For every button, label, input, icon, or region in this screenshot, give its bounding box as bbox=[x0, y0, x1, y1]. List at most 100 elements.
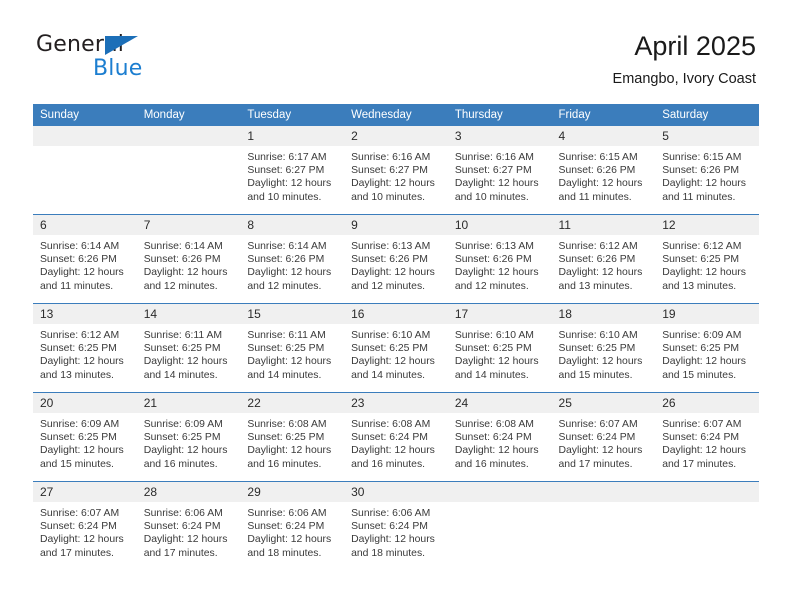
sunrise-text: Sunrise: 6:12 AM bbox=[558, 241, 638, 252]
daylight-text-line2: and 14 minutes. bbox=[454, 369, 529, 381]
daylight-text-line1: Daylight: 12 hours bbox=[247, 534, 332, 546]
weekday-header-monday: Monday bbox=[136, 104, 241, 126]
daylight-text-line1: Daylight: 12 hours bbox=[662, 178, 746, 190]
day-details bbox=[655, 502, 759, 570]
calendar-body: 1 Sunrise: 6:17 AM Sunset: 6:27 PM Daylight… bbox=[33, 126, 759, 570]
daylight-text-line2: and 18 minutes. bbox=[351, 547, 426, 559]
calendar-cell-empty bbox=[447, 481, 552, 570]
calendar-day-cell[interactable]: 7 Sunrise: 6:14 AM Sunset: 6:26 PM Daylight… bbox=[136, 214, 241, 304]
daylight-text-line1: Daylight: 12 hours bbox=[558, 267, 643, 279]
day-details: Sunrise: 6:06 AM Sunset: 6:24 PM Daylight:… bbox=[344, 502, 448, 570]
calendar-day-cell[interactable]: 15 Sunrise: 6:11 AM Sunset: 6:25 PM Dayligh… bbox=[240, 303, 345, 393]
general-blue-logo[interactable]: General Blue bbox=[36, 32, 236, 90]
daylight-text-line2: and 11 minutes. bbox=[662, 191, 736, 203]
daylight-text-line2: and 18 minutes. bbox=[247, 547, 322, 559]
calendar-week-row: 20 Sunrise: 6:09 AM Sunset: 6:25 PM Dayligh… bbox=[33, 392, 759, 482]
calendar-day-cell[interactable]: 5 Sunrise: 6:15 AM Sunset: 6:26 PM Daylight… bbox=[655, 126, 759, 215]
daylight-text-line2: and 16 minutes. bbox=[454, 458, 529, 470]
day-number: 2 bbox=[344, 126, 448, 146]
day-details: Sunrise: 6:09 AM Sunset: 6:25 PM Daylight:… bbox=[137, 413, 241, 481]
calendar-day-cell[interactable]: 6 Sunrise: 6:14 AM Sunset: 6:26 PM Daylight… bbox=[33, 214, 137, 304]
sunrise-text: Sunrise: 6:12 AM bbox=[40, 330, 120, 341]
calendar-day-cell[interactable]: 30 Sunrise: 6:06 AM Sunset: 6:24 PM Dayligh… bbox=[344, 481, 448, 570]
day-number: 1 bbox=[240, 126, 345, 146]
title-block: April 2025 Emangbo, Ivory Coast bbox=[613, 30, 756, 89]
triangle-logo-icon bbox=[105, 36, 138, 55]
calendar-day-cell[interactable]: 22 Sunrise: 6:08 AM Sunset: 6:25 PM Dayligh… bbox=[240, 392, 345, 482]
calendar-day-cell[interactable]: 8 Sunrise: 6:14 AM Sunset: 6:26 PM Daylight… bbox=[240, 214, 345, 304]
day-number: 17 bbox=[447, 304, 552, 324]
sunset-text: Sunset: 6:24 PM bbox=[247, 521, 325, 533]
sunset-text: Sunset: 6:26 PM bbox=[40, 254, 117, 266]
calendar-day-cell[interactable]: 29 Sunrise: 6:06 AM Sunset: 6:24 PM Dayligh… bbox=[240, 481, 345, 570]
daylight-text-line1: Daylight: 12 hours bbox=[143, 445, 228, 457]
day-details: Sunrise: 6:13 AM Sunset: 6:26 PM Daylight:… bbox=[344, 235, 448, 303]
calendar-day-cell[interactable]: 4 Sunrise: 6:15 AM Sunset: 6:26 PM Daylight… bbox=[551, 126, 656, 215]
day-number: 6 bbox=[33, 215, 137, 235]
calendar-table: Sunday Monday Tuesday Wednesday Thursday Frid… bbox=[33, 104, 759, 570]
sunrise-text: Sunrise: 6:08 AM bbox=[247, 419, 327, 430]
daylight-text-line2: and 17 minutes. bbox=[662, 458, 737, 470]
calendar-day-cell[interactable]: 14 Sunrise: 6:11 AM Sunset: 6:25 PM Dayligh… bbox=[136, 303, 241, 393]
sunrise-text: Sunrise: 6:14 AM bbox=[247, 241, 327, 252]
day-details: Sunrise: 6:08 AM Sunset: 6:25 PM Daylight:… bbox=[240, 413, 344, 481]
day-number: 20 bbox=[33, 393, 137, 413]
sunset-text: Sunset: 6:27 PM bbox=[351, 165, 428, 177]
day-details: Sunrise: 6:07 AM Sunset: 6:24 PM Daylight:… bbox=[655, 413, 759, 481]
sunrise-text: Sunrise: 6:09 AM bbox=[662, 330, 742, 341]
calendar-cell-empty bbox=[551, 481, 656, 570]
daylight-text-line1: Daylight: 12 hours bbox=[558, 356, 643, 368]
sunset-text: Sunset: 6:25 PM bbox=[454, 343, 532, 355]
calendar-day-cell[interactable]: 17 Sunrise: 6:10 AM Sunset: 6:25 PM Dayligh… bbox=[447, 303, 552, 393]
weekday-header-tuesday: Tuesday bbox=[240, 104, 345, 126]
calendar-day-cell[interactable]: 23 Sunrise: 6:08 AM Sunset: 6:24 PM Dayligh… bbox=[344, 392, 448, 482]
daylight-text-line2: and 17 minutes. bbox=[558, 458, 633, 470]
calendar-day-cell[interactable]: 19 Sunrise: 6:09 AM Sunset: 6:25 PM Dayligh… bbox=[655, 303, 759, 393]
day-number bbox=[33, 126, 137, 146]
calendar-day-cell[interactable]: 13 Sunrise: 6:12 AM Sunset: 6:25 PM Dayligh… bbox=[33, 303, 137, 393]
sunrise-text: Sunrise: 6:09 AM bbox=[40, 419, 120, 430]
calendar-day-cell[interactable]: 28 Sunrise: 6:06 AM Sunset: 6:24 PM Dayligh… bbox=[136, 481, 241, 570]
daylight-text-line2: and 14 minutes. bbox=[247, 369, 322, 381]
calendar-day-cell[interactable]: 12 Sunrise: 6:12 AM Sunset: 6:25 PM Dayligh… bbox=[655, 214, 759, 304]
daylight-text-line1: Daylight: 12 hours bbox=[454, 445, 539, 457]
daylight-text-line2: and 13 minutes. bbox=[40, 369, 114, 381]
calendar-week-row: 1 Sunrise: 6:17 AM Sunset: 6:27 PM Daylight… bbox=[33, 126, 759, 215]
calendar-day-cell[interactable]: 3 Sunrise: 6:16 AM Sunset: 6:27 PM Daylight… bbox=[447, 126, 552, 215]
daylight-text-line1: Daylight: 12 hours bbox=[247, 356, 332, 368]
calendar-day-cell[interactable]: 11 Sunrise: 6:12 AM Sunset: 6:26 PM Dayligh… bbox=[551, 214, 656, 304]
daylight-text-line1: Daylight: 12 hours bbox=[143, 356, 228, 368]
sunrise-text: Sunrise: 6:10 AM bbox=[351, 330, 431, 341]
calendar-day-cell[interactable]: 25 Sunrise: 6:07 AM Sunset: 6:24 PM Dayligh… bbox=[551, 392, 656, 482]
day-details: Sunrise: 6:12 AM Sunset: 6:25 PM Daylight:… bbox=[33, 324, 137, 392]
calendar-day-cell[interactable]: 18 Sunrise: 6:10 AM Sunset: 6:25 PM Dayligh… bbox=[551, 303, 656, 393]
calendar-day-cell[interactable]: 16 Sunrise: 6:10 AM Sunset: 6:25 PM Dayligh… bbox=[344, 303, 448, 393]
sunset-text: Sunset: 6:27 PM bbox=[247, 165, 325, 177]
daylight-text-line1: Daylight: 12 hours bbox=[40, 356, 124, 368]
sunrise-text: Sunrise: 6:14 AM bbox=[40, 241, 120, 252]
calendar-day-cell[interactable]: 1 Sunrise: 6:17 AM Sunset: 6:27 PM Daylight… bbox=[240, 126, 345, 215]
sunset-text: Sunset: 6:25 PM bbox=[40, 432, 117, 444]
sunrise-text: Sunrise: 6:17 AM bbox=[247, 152, 327, 163]
day-number: 21 bbox=[136, 393, 241, 413]
calendar-day-cell[interactable]: 21 Sunrise: 6:09 AM Sunset: 6:25 PM Dayligh… bbox=[136, 392, 241, 482]
sunset-text: Sunset: 6:25 PM bbox=[662, 343, 740, 355]
calendar-day-cell[interactable]: 2 Sunrise: 6:16 AM Sunset: 6:27 PM Daylight… bbox=[344, 126, 448, 215]
calendar-day-cell[interactable]: 27 Sunrise: 6:07 AM Sunset: 6:24 PM Dayligh… bbox=[33, 481, 137, 570]
calendar-day-cell[interactable]: 20 Sunrise: 6:09 AM Sunset: 6:25 PM Dayligh… bbox=[33, 392, 137, 482]
daylight-text-line1: Daylight: 12 hours bbox=[247, 267, 332, 279]
daylight-text-line2: and 12 minutes. bbox=[351, 280, 426, 292]
daylight-text-line1: Daylight: 12 hours bbox=[247, 445, 332, 457]
daylight-text-line2: and 10 minutes. bbox=[454, 191, 529, 203]
calendar-day-cell[interactable]: 26 Sunrise: 6:07 AM Sunset: 6:24 PM Dayligh… bbox=[655, 392, 759, 482]
day-details: Sunrise: 6:12 AM Sunset: 6:26 PM Daylight:… bbox=[552, 235, 656, 303]
day-number: 13 bbox=[33, 304, 137, 324]
sunset-text: Sunset: 6:26 PM bbox=[558, 165, 636, 177]
daylight-text-line1: Daylight: 12 hours bbox=[40, 267, 124, 279]
calendar-day-cell[interactable]: 10 Sunrise: 6:13 AM Sunset: 6:26 PM Dayligh… bbox=[447, 214, 552, 304]
calendar-day-cell[interactable]: 9 Sunrise: 6:13 AM Sunset: 6:26 PM Daylight… bbox=[344, 214, 448, 304]
daylight-text-line2: and 16 minutes. bbox=[143, 458, 218, 470]
sunset-text: Sunset: 6:24 PM bbox=[662, 432, 740, 444]
calendar-day-cell[interactable]: 24 Sunrise: 6:08 AM Sunset: 6:24 PM Dayligh… bbox=[447, 392, 552, 482]
sunrise-text: Sunrise: 6:13 AM bbox=[351, 241, 431, 252]
